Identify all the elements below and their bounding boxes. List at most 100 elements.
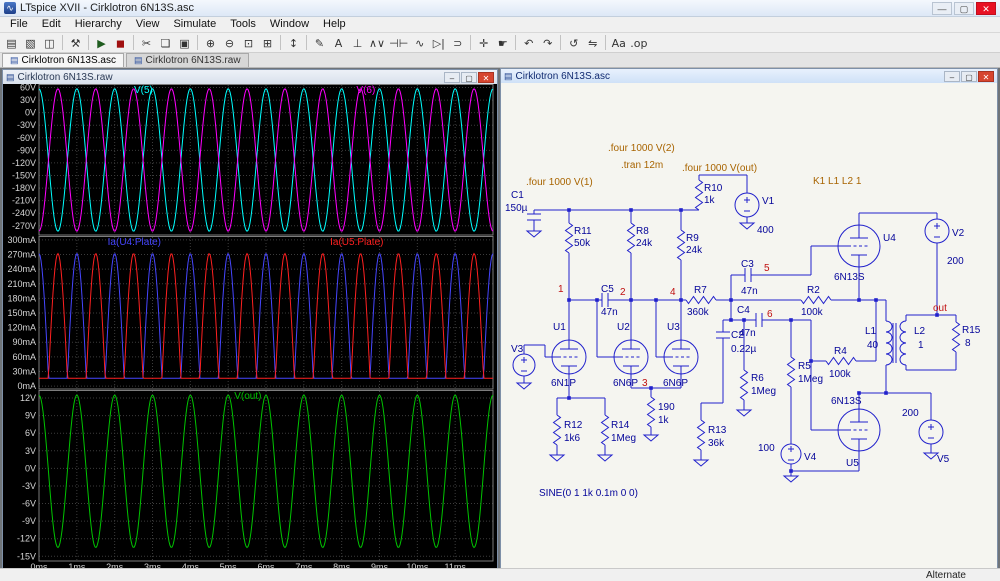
copy-button[interactable]: ❏ xyxy=(156,34,175,51)
tab-waveform[interactable]: ▤Cirklotron 6N13S.raw xyxy=(126,53,249,67)
window-minimize-button[interactable]: — xyxy=(932,2,952,15)
trace-label-V(5)[interactable]: V(5) xyxy=(134,85,153,96)
component-label-text[interactable]: 47n xyxy=(601,307,618,318)
zoom-full-extents-button[interactable]: ⊞ xyxy=(258,34,277,51)
component-label-text[interactable]: 1k xyxy=(704,195,716,206)
control-panel-button[interactable]: ⚒ xyxy=(66,34,85,51)
save-button[interactable]: ◫ xyxy=(40,34,59,51)
waveform-maximize-button[interactable]: ▢ xyxy=(461,72,477,83)
tab-schematic[interactable]: ▤Cirklotron 6N13S.asc xyxy=(2,53,124,67)
component-label-text[interactable]: R2 xyxy=(807,285,820,296)
drag-button[interactable]: ☛ xyxy=(493,34,512,51)
component-label-text[interactable]: R10 xyxy=(704,183,723,194)
component-label-text[interactable]: 1 xyxy=(918,340,924,351)
component-label-text[interactable]: C3 xyxy=(741,259,754,270)
trace-label-V(6)[interactable]: V(6) xyxy=(356,85,375,96)
component-label-text[interactable]: 100 xyxy=(758,443,775,454)
component-label-text[interactable]: 24k xyxy=(686,245,703,256)
net-label-text[interactable]: 5 xyxy=(764,263,770,274)
wave-pane-output-voltage[interactable]: 12V9V6V3V0V-3V-6V-9V-12V-15VV(out) xyxy=(3,390,497,562)
schematic-minimize-button[interactable]: – xyxy=(944,71,960,82)
component-label-text[interactable]: 100k xyxy=(829,369,852,380)
mirror-button[interactable]: ⇋ xyxy=(583,34,602,51)
component-label-text[interactable]: 200 xyxy=(902,408,919,419)
wire-button[interactable]: ✎ xyxy=(310,34,329,51)
component-label-text[interactable]: 190 xyxy=(658,402,675,413)
wave-pane-plate-currents[interactable]: 300mA270mA240mA210mA180mA150mA120mA90mA6… xyxy=(3,236,497,390)
component-label-text[interactable]: R9 xyxy=(686,233,699,244)
menu-simulate[interactable]: Simulate xyxy=(166,17,223,32)
cut-button[interactable]: ✂ xyxy=(137,34,156,51)
component-button[interactable]: ⊃ xyxy=(448,34,467,51)
component-label-text[interactable]: 6N1P xyxy=(551,378,576,389)
trace-label-Ia(U5:Plate)[interactable]: Ia(U5:Plate) xyxy=(330,237,383,248)
waveform-window-titlebar[interactable]: ▤ Cirklotron 6N13S.raw –▢✕ xyxy=(3,70,497,84)
net-label-text[interactable]: 3 xyxy=(642,378,648,389)
component-label-text[interactable]: 47n xyxy=(741,286,758,297)
menu-help[interactable]: Help xyxy=(316,17,353,32)
component-label-text[interactable]: 1k xyxy=(658,415,670,426)
component-label-text[interactable]: R11 xyxy=(574,226,592,237)
spice-directive-text[interactable]: .four 1000 V(2) xyxy=(608,143,675,154)
schematic-window-titlebar[interactable]: ▤ Cirklotron 6N13S.asc –▢✕ xyxy=(501,69,997,83)
component-label-text[interactable]: U1 xyxy=(553,322,566,333)
menu-hierarchy[interactable]: Hierarchy xyxy=(68,17,129,32)
menu-window[interactable]: Window xyxy=(263,17,316,32)
window-maximize-button[interactable]: ▢ xyxy=(954,2,974,15)
net-label-text[interactable]: out xyxy=(933,303,947,314)
component-label-text[interactable]: R6 xyxy=(751,373,764,384)
net-label-text[interactable]: 6 xyxy=(767,309,773,320)
schematic-window[interactable]: ▤ Cirklotron 6N13S.asc –▢✕ .four 1000 V(… xyxy=(500,68,998,568)
component-label-text[interactable]: C1 xyxy=(511,190,524,201)
net-label-text[interactable]: 4 xyxy=(670,287,676,298)
component-label-text[interactable]: 100k xyxy=(801,307,824,318)
component-label-text[interactable]: R12 xyxy=(564,420,583,431)
component-label-text[interactable]: R8 xyxy=(636,226,649,237)
spice-directive-text[interactable]: .four 1000 V(out) xyxy=(682,163,757,174)
zoom-out-button[interactable]: ⊖ xyxy=(220,34,239,51)
component-label-text[interactable]: 150µ xyxy=(505,203,528,214)
trace-label-Ia(U4:Plate)[interactable]: Ia(U4:Plate) xyxy=(108,237,161,248)
component-label-text[interactable]: U5 xyxy=(846,458,859,469)
halt-button[interactable]: ◼ xyxy=(111,34,130,51)
component-label-text[interactable]: 6N6P xyxy=(613,378,638,389)
menu-tools[interactable]: Tools xyxy=(223,17,263,32)
schematic-drawing[interactable]: .four 1000 V(2) .tran 12m .four 1000 V(out… xyxy=(501,83,997,568)
redo-button[interactable]: ↷ xyxy=(538,34,557,51)
net-label-text[interactable]: 2 xyxy=(620,287,626,298)
spice-directive-text[interactable]: .tran 12m xyxy=(621,160,663,171)
component-label-text[interactable]: 1Meg xyxy=(798,374,823,385)
resistor-button[interactable]: ∧∨ xyxy=(367,34,387,51)
inductor-button[interactable]: ∿ xyxy=(410,34,429,51)
component-label-text[interactable]: R4 xyxy=(834,346,847,357)
menu-edit[interactable]: Edit xyxy=(35,17,68,32)
new-schematic-button[interactable]: ▤ xyxy=(2,34,21,51)
component-label-text[interactable]: 360k xyxy=(687,307,710,318)
component-label-text[interactable]: U2 xyxy=(617,322,630,333)
component-label-text[interactable]: 0.22µ xyxy=(731,344,756,355)
component-label-text[interactable]: V1 xyxy=(762,196,775,207)
component-label-text[interactable]: 1k6 xyxy=(564,433,581,444)
component-label-text[interactable]: 1Meg xyxy=(751,386,776,397)
component-label-text[interactable]: R7 xyxy=(694,285,707,296)
waveform-minimize-button[interactable]: – xyxy=(444,72,460,83)
component-label-text[interactable]: U4 xyxy=(883,233,896,244)
component-label-text[interactable]: C2 xyxy=(731,330,744,341)
menu-file[interactable]: File xyxy=(3,17,35,32)
component-label-text[interactable]: L1 xyxy=(865,326,877,337)
spice-directive-text[interactable]: .four 1000 V(1) xyxy=(526,177,593,188)
component-label-text[interactable]: R5 xyxy=(798,361,811,372)
component-label-text[interactable]: V2 xyxy=(952,228,965,239)
component-label-text[interactable]: 6N13S xyxy=(831,396,862,407)
component-label-text[interactable]: R14 xyxy=(611,420,630,431)
spice-directive-button[interactable]: .op xyxy=(628,34,649,51)
component-label-text[interactable]: R13 xyxy=(708,425,727,436)
component-label-text[interactable]: R15 xyxy=(962,325,981,336)
component-label-text[interactable]: 24k xyxy=(636,238,653,249)
text-button[interactable]: Aa xyxy=(609,34,628,51)
wave-pane-plate-voltages[interactable]: 60V30V0V-30V-60V-90V-120V-150V-180V-210V… xyxy=(3,84,497,236)
menu-view[interactable]: View xyxy=(129,17,167,32)
open-button[interactable]: ▧ xyxy=(21,34,40,51)
undo-button[interactable]: ↶ xyxy=(519,34,538,51)
rotate-button[interactable]: ↺ xyxy=(564,34,583,51)
